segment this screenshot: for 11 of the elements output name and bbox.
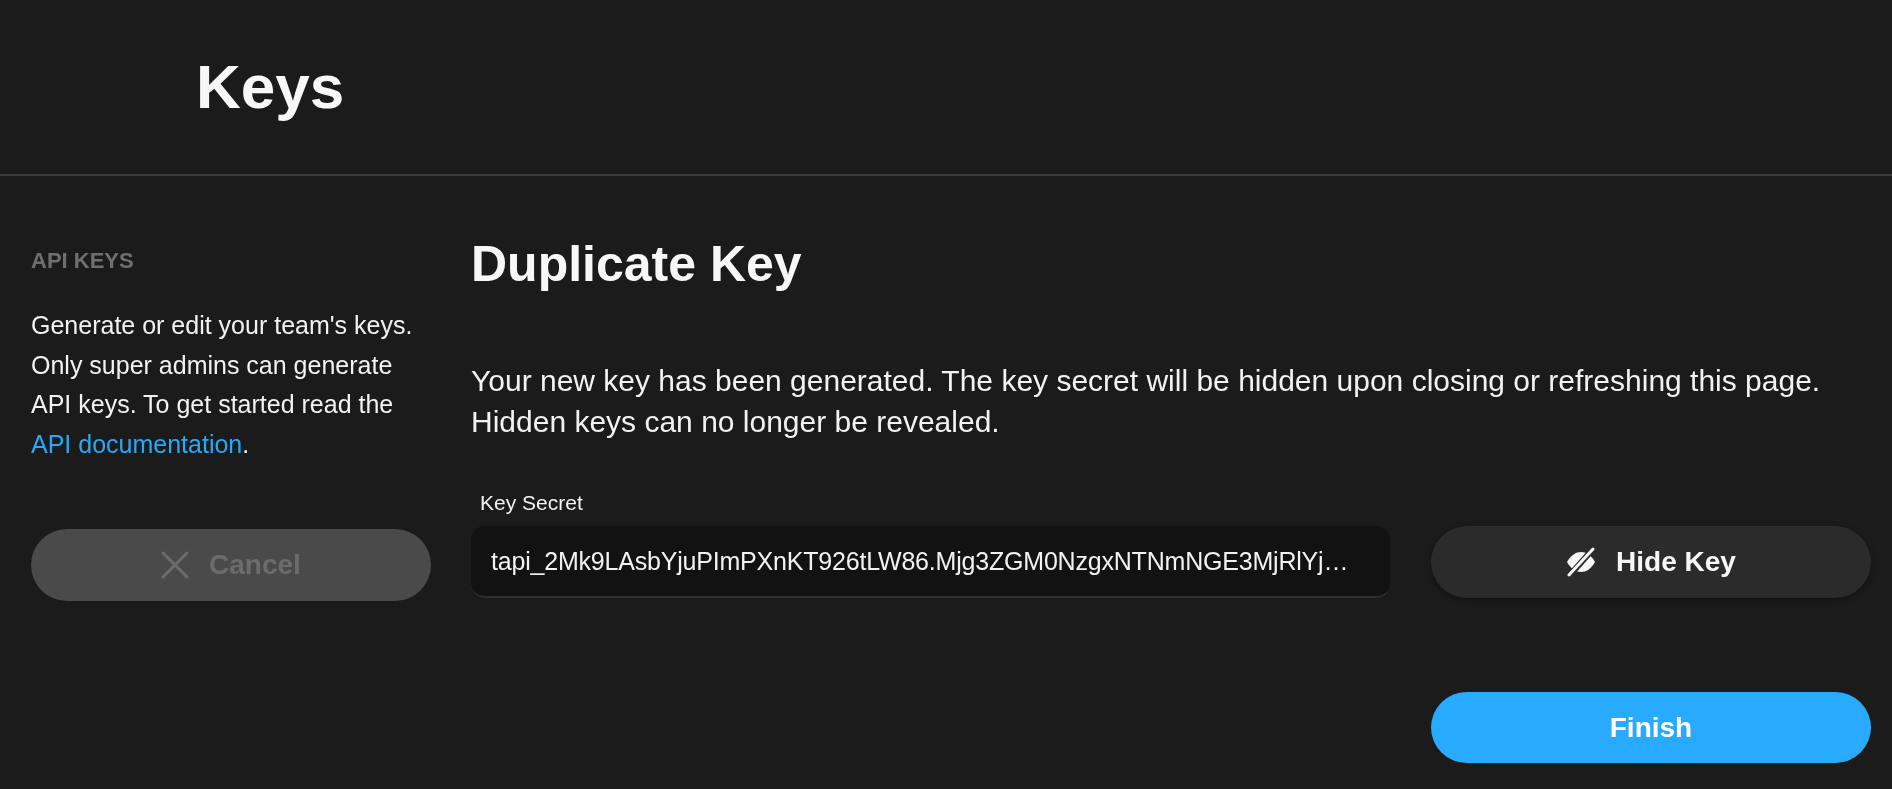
page-title: Keys — [196, 52, 345, 122]
eye-slash-icon — [1566, 547, 1597, 577]
close-icon — [161, 551, 190, 580]
api-documentation-link[interactable]: API documentation — [31, 429, 243, 458]
message-text: Your new key has been generated. The key secret will be hidden upon closing or refreshing this page. Hidden keys can no longer be revealed. — [471, 363, 1822, 440]
section-label: API KEYS — [31, 248, 134, 275]
sidebar-description: Generate or edit your team's keys. Only super admins can generate API keys. To get started read the API documentation. — [31, 310, 414, 460]
hide-key-button[interactable]: Hide Key — [1431, 526, 1871, 598]
key-secret-field[interactable]: tapi_2Mk9LAsbYjuPImPXnKT926tLW86.Mjg3ZGM0NzgxNTNmNGE3MjRlYj… — [471, 526, 1390, 598]
dialog-title: Duplicate Key — [471, 235, 803, 294]
field-label: Key Secret — [480, 490, 583, 516]
